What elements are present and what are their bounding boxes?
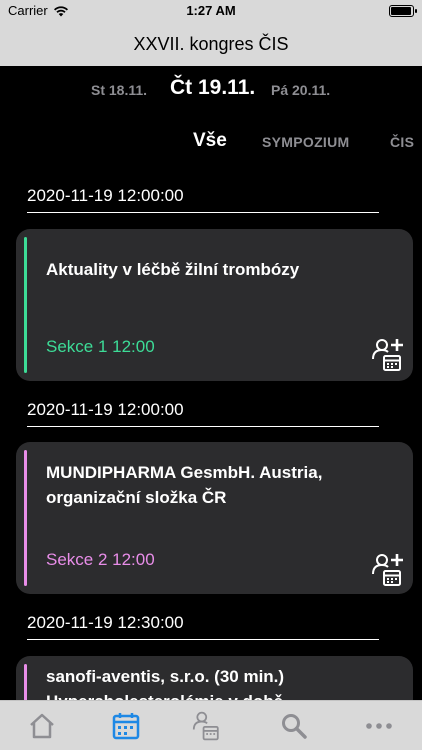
category-tab-symposium[interactable]: SYMPOZIUM — [262, 134, 349, 150]
section-header-time: 2020-11-19 12:00:00 — [27, 186, 379, 213]
tab-home[interactable] — [24, 708, 60, 744]
tab-more[interactable] — [361, 708, 397, 744]
event-title: Aktuality v léčbě žilní trombózy — [46, 260, 300, 279]
page-title: XXVII. kongres ČIS — [133, 34, 289, 54]
date-tab-fri[interactable]: Pá 20.11. — [271, 82, 330, 98]
tab-bar — [0, 700, 422, 750]
event-card[interactable]: Aktuality v léčbě žilní trombózy Sekce 1… — [16, 229, 413, 381]
category-tab-cis[interactable]: ČIS — [390, 134, 414, 150]
event-card[interactable]: MUNDIPHARMA GesmbH. Austria, organizační… — [16, 442, 413, 594]
status-bar: Carrier 1:27 AM — [0, 0, 422, 22]
status-time: 1:27 AM — [186, 3, 236, 18]
add-to-schedule-icon[interactable] — [371, 552, 407, 588]
date-tab-wed[interactable]: St 18.11. — [91, 82, 147, 98]
event-session: Sekce 2 12:00 — [46, 550, 155, 569]
nav-bar: XXVII. kongres ČIS — [0, 22, 422, 66]
add-to-schedule-icon[interactable] — [371, 337, 407, 373]
date-selector: St 18.11. Čt 19.11. Pá 20.11. — [0, 66, 422, 118]
home-icon — [30, 713, 54, 739]
event-accent-bar — [24, 450, 27, 586]
my-schedule-icon — [192, 711, 219, 741]
more-icon — [366, 723, 392, 729]
event-accent-bar — [24, 237, 27, 373]
section-header-time: 2020-11-19 12:30:00 — [27, 613, 379, 640]
section-header-time: 2020-11-19 12:00:00 — [27, 400, 379, 427]
search-icon — [282, 714, 307, 739]
battery-icon — [389, 5, 417, 17]
tab-program[interactable] — [108, 708, 144, 744]
calendar-icon — [112, 713, 140, 740]
tab-my-schedule[interactable] — [190, 708, 226, 744]
event-title: MUNDIPHARMA GesmbH. Austria, organizační… — [46, 463, 323, 507]
category-selector: Vše SYMPOZIUM ČIS — [0, 118, 422, 168]
tab-search[interactable] — [276, 708, 312, 744]
event-session: Sekce 1 12:00 — [46, 337, 155, 356]
category-tab-all[interactable]: Vše — [193, 130, 227, 152]
date-tab-thu[interactable]: Čt 19.11. — [170, 76, 255, 100]
